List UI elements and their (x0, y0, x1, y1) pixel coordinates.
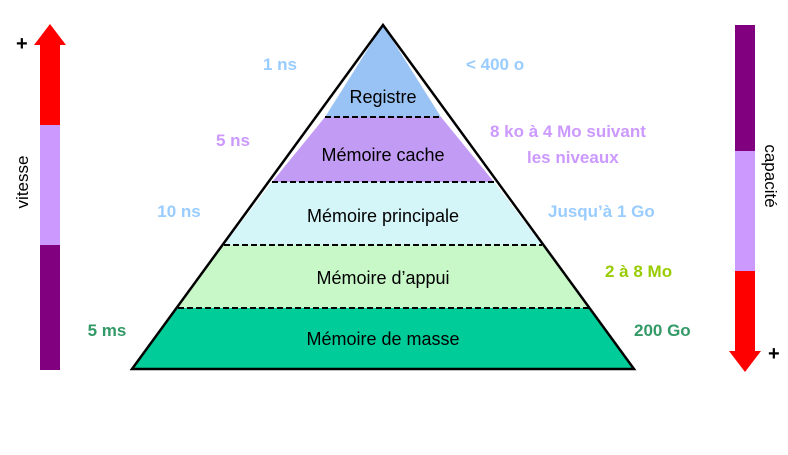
speed-arrow-head (34, 24, 66, 45)
capacity-plus-sign: + (768, 343, 780, 365)
level-label-memoire-masse: Mémoire de masse (306, 329, 459, 349)
capacity-memoire-cache-line2: les niveaux (527, 148, 619, 167)
level-label-memoire-cache: Mémoire cache (321, 145, 444, 165)
speed-plus-sign: + (16, 33, 28, 55)
capacity-memoire-cache-line1: 8 ko à 4 Mo suivant (490, 122, 646, 141)
capacity-arrow (729, 25, 761, 372)
capacity-memoire-principale: Jusqu’à 1 Go (548, 202, 655, 221)
memory-hierarchy-diagram: + vitesse + capacité Registre Mémoire ca… (13, 22, 780, 372)
capacity-memoire-appui: 2 à 8 Mo (605, 262, 672, 281)
capacity-arrow-purple-segment (735, 25, 755, 151)
level-label-memoire-principale: Mémoire principale (307, 206, 459, 226)
capacity-arrow-head (729, 351, 761, 372)
speed-axis-label: vitesse (13, 156, 32, 209)
speed-arrow-purple-segment (40, 245, 60, 370)
speed-memoire-principale: 10 ns (157, 202, 200, 221)
capacity-registre: < 400 o (466, 55, 524, 74)
capacity-arrow-red-segment (735, 271, 755, 352)
level-label-memoire-appui: Mémoire d’appui (316, 268, 449, 288)
speed-arrow (34, 24, 66, 370)
capacity-arrow-lavender-segment (735, 151, 755, 271)
capacity-axis-label: capacité (761, 144, 780, 207)
level-label-registre: Registre (349, 87, 416, 107)
speed-arrow-red-segment (40, 44, 60, 125)
speed-memoire-cache: 5 ns (216, 131, 250, 150)
capacity-memoire-masse: 200 Go (634, 321, 691, 340)
speed-arrow-lavender-segment (40, 125, 60, 245)
speed-registre: 1 ns (263, 55, 297, 74)
speed-memoire-masse: 5 ms (88, 321, 127, 340)
